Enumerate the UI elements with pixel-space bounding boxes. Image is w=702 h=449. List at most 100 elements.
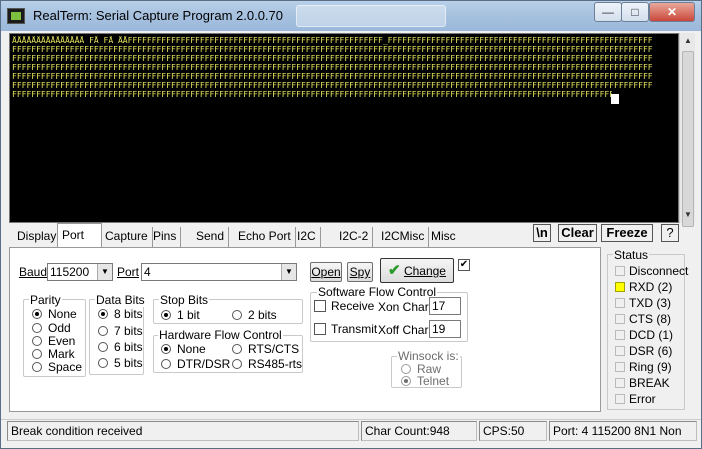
hw-flow-rs485-radio[interactable] [232,359,242,369]
winsock-telnet-radio[interactable] [401,376,411,386]
hardware-flow-title: Hardware Flow Control [158,328,283,342]
led-indicator [615,298,625,308]
stop-bits-1-label: 1 bit [177,308,200,322]
led-indicator [615,314,625,324]
tab-pins[interactable]: Pins [149,227,182,247]
terminal-cursor [611,94,619,104]
xon-char-input[interactable]: 17 [429,297,461,315]
data-bits-5-label: 5 bits [114,356,143,370]
tab-misc[interactable]: Misc [427,227,460,247]
tab-i2c-2[interactable]: I2C-2 [335,227,374,247]
terminal-display[interactable]: ÅÅÅÅÅÅÅÅÅÅÅÅÅÅÅ FÅ FÅ ÅÅFFFFFFFFFFFFFFFF… [9,33,679,223]
port-label: Port [117,265,140,279]
newline-button[interactable]: \n [533,224,551,242]
baud-label: Baud [19,265,48,279]
xon-char-label: Xon Char: [378,300,433,314]
hw-flow-rts-cts-radio[interactable] [232,344,242,354]
parity-space-radio[interactable] [32,362,42,372]
port-info: Port: 4 115200 8N1 Non [549,421,697,441]
status-title: Status [613,248,650,262]
change-button[interactable]: ✔ Change [380,258,454,283]
freeze-button[interactable]: Freeze [601,224,653,242]
terminal-line: FFFFFFFFFFFFFFFFFFFFFFFFFFFFFFFFFFFFFFFF… [12,63,652,72]
parity-even-radio[interactable] [32,336,42,346]
terminal-line: FFFFFFFFFFFFFFFFFFFFFFFFFFFFFFFFFFFFFFFF… [12,72,652,81]
parity-even-label: Even [48,334,76,348]
data-bits-title: Data Bits [95,293,146,307]
background-window-ghost [296,5,446,27]
tab-send[interactable]: Send [192,227,230,247]
parity-odd-radio[interactable] [32,323,42,333]
char-count: Char Count:948 [361,421,477,441]
port-select[interactable]: 4 ▼ [141,263,297,281]
hw-flow-rts-cts-label: RTS/CTS [248,342,300,356]
terminal-line: FFFFFFFFFFFFFFFFFFFFFFFFFFFFFFFFFFFFFFFF… [12,90,612,99]
parity-title: Parity [29,293,62,307]
xoff-char-label: Xoff Char: [378,323,432,337]
hw-flow-dtr-dsr-radio[interactable] [161,359,171,369]
sw-flow-receive-checkbox[interactable] [314,300,326,312]
clear-button[interactable]: Clear [558,224,597,242]
hw-flow-none-radio[interactable] [161,344,171,354]
terminal-line: FFFFFFFFFFFFFFFFFFFFFFFFFFFFFFFFFFFFFFFF… [12,54,652,63]
tab-port[interactable]: Port [57,223,102,247]
software-flow-title: Software Flow Control [317,285,438,299]
led-indicator [615,346,625,356]
scrollbar-thumb[interactable] [682,51,694,227]
sw-flow-transmit-checkbox[interactable] [314,323,326,335]
help-button[interactable]: ? [661,224,679,242]
scroll-up-icon[interactable]: ▲ [680,33,696,49]
data-bits-7-radio[interactable] [98,326,108,336]
checkmark-icon: ✔ [388,262,401,279]
led-indicator [615,378,625,388]
winsock-title: Winsock is: [397,349,460,363]
led-indicator [615,394,625,404]
data-bits-7-label: 7 bits [114,324,143,338]
data-bits-5-radio[interactable] [98,358,108,368]
terminal-line: FFFFFFFFFFFFFFFFFFFFFFFFFFFFFFFFFFFFFFFF… [12,45,652,54]
data-bits-8-radio[interactable] [98,309,108,319]
tab-i2cmisc[interactable]: I2CMisc [377,227,430,247]
tab-display[interactable]: Display [13,227,62,247]
parity-odd-label: Odd [48,321,71,335]
parity-mark-label: Mark [48,347,75,361]
data-bits-8-label: 8 bits [114,307,143,321]
window-title: RealTerm: Serial Capture Program 2.0.0.7… [33,8,284,23]
terminal-scrollbar[interactable]: ▲ ▼ [679,33,696,227]
close-button[interactable]: ✕ [649,2,695,22]
sw-flow-receive-label: Receive [331,299,375,313]
data-bits-6-radio[interactable] [98,342,108,352]
tab-echo-port[interactable]: Echo Port [234,227,296,247]
chevron-down-icon: ▼ [281,264,296,280]
minimize-button[interactable]: — [594,2,622,22]
status-message: Break condition received [7,421,359,441]
tab-i2c[interactable]: I2C [293,227,321,247]
spy-button[interactable]: Spy [347,262,373,282]
stop-bits-2-radio[interactable] [232,310,242,320]
hw-flow-rs485-label: RS485-rts [248,357,303,371]
led-indicator [615,266,625,276]
chevron-down-icon: ▼ [97,264,112,280]
parity-mark-radio[interactable] [32,349,42,359]
parity-space-label: Space [48,360,83,374]
winsock-telnet-label: Telnet [417,374,450,388]
xoff-char-input[interactable]: 19 [429,320,461,338]
parity-none-radio[interactable] [32,309,42,319]
tab-capture[interactable]: Capture [101,227,153,247]
open-button[interactable]: Open [310,262,342,282]
stop-bits-title: Stop Bits [159,293,210,307]
led-indicator [615,330,625,340]
maximize-button[interactable]: □ [621,2,649,22]
led-indicator [615,362,625,372]
change-checkbox[interactable]: ✔ [458,259,470,271]
winsock-raw-radio[interactable] [401,364,411,374]
sw-flow-transmit-label: Transmit [331,322,378,336]
app-icon [7,8,25,24]
data-bits-6-label: 6 bits [114,340,143,354]
baud-select[interactable]: 115200 ▼ [47,263,113,281]
scroll-down-icon[interactable]: ▼ [680,207,696,223]
cps-readout: CPS:50 [479,421,547,441]
stop-bits-1-radio[interactable] [161,310,171,320]
led-indicator [615,282,625,292]
parity-none-label: None [48,307,77,321]
